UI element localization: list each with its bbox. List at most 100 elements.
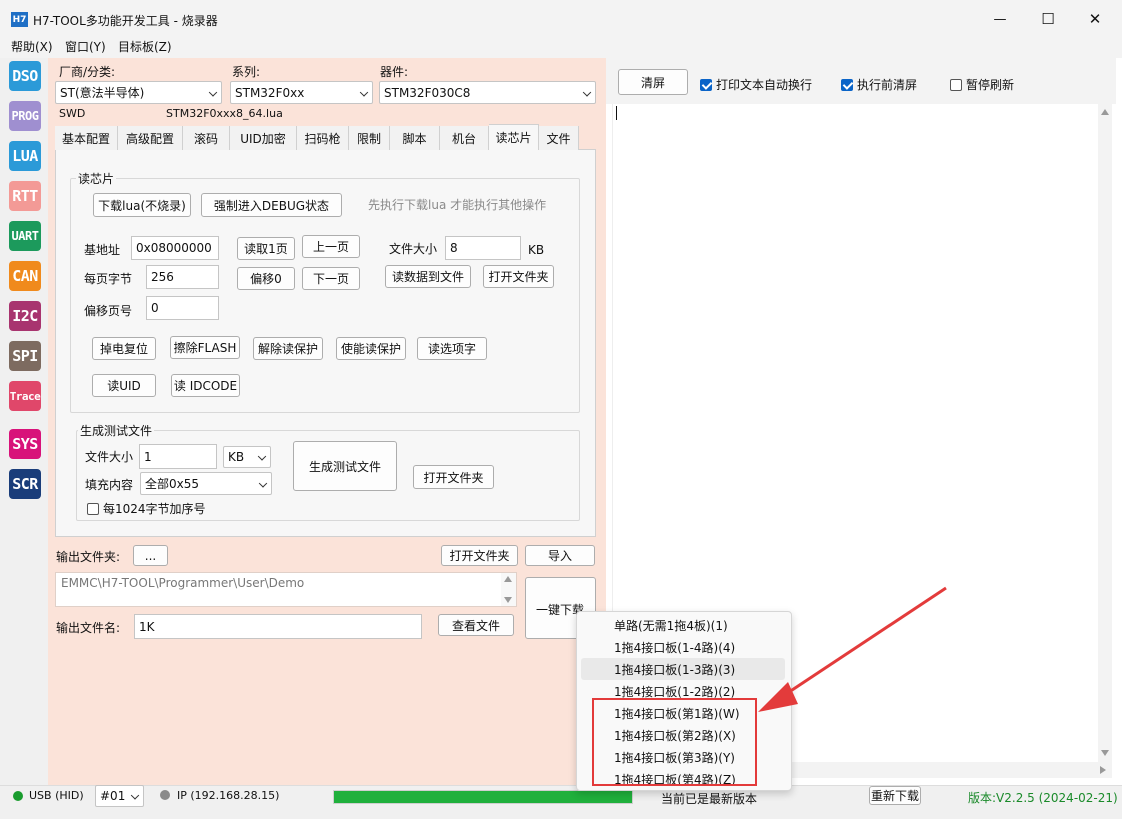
- tab-1[interactable]: 高级配置: [118, 126, 183, 150]
- download-lua-button[interactable]: 下载lua(不烧录): [93, 193, 191, 217]
- sidebar-prog-icon[interactable]: PROG: [9, 101, 41, 131]
- base-addr-input[interactable]: 0x08000000: [131, 236, 219, 260]
- text-cursor: [616, 106, 617, 120]
- read-uid-button[interactable]: 读UID: [92, 374, 156, 397]
- protect-button[interactable]: 使能读保护: [336, 337, 406, 360]
- checkbox-icon: [87, 502, 99, 515]
- usb-status-dot: [13, 791, 23, 801]
- ip-status: IP (192.168.28.15): [177, 789, 280, 802]
- fill-label: 填充内容: [85, 478, 134, 492]
- test-size-input[interactable]: 1: [139, 444, 217, 469]
- clear-before-checkbox[interactable]: 执行前清屏: [841, 76, 917, 93]
- tab-8[interactable]: 读芯片: [489, 124, 539, 150]
- read-idcode-button[interactable]: 读 IDCODE: [171, 374, 240, 397]
- tab-7[interactable]: 机台: [440, 126, 489, 150]
- sidebar-can-icon[interactable]: CAN: [9, 261, 41, 291]
- tab-4[interactable]: 扫码枪: [297, 126, 349, 150]
- tab-2[interactable]: 滚码: [183, 126, 230, 150]
- vendor-select[interactable]: ST(意法半导体): [55, 81, 222, 104]
- fill-select[interactable]: 全部0x55: [140, 472, 272, 495]
- read-page-button[interactable]: 读取1页: [237, 237, 295, 260]
- offset-page-input[interactable]: 0: [146, 296, 219, 320]
- sidebar-spi-icon[interactable]: SPI: [9, 341, 41, 371]
- test-open-folder-button[interactable]: 打开文件夹: [413, 465, 494, 489]
- usb-status: USB (HID): [29, 789, 84, 802]
- part-label: 器件:: [380, 65, 409, 79]
- device-number-select[interactable]: #01: [95, 785, 144, 807]
- chevron-down-icon: [208, 87, 218, 97]
- prev-page-button[interactable]: 上一页: [302, 235, 360, 258]
- annotation-box: [592, 698, 757, 786]
- sidebar-rtt-icon[interactable]: RTT: [9, 181, 41, 211]
- progress-bar: [333, 790, 633, 804]
- tab-5[interactable]: 限制: [349, 126, 390, 150]
- browse-button[interactable]: ...: [133, 545, 168, 566]
- force-debug-button[interactable]: 强制进入DEBUG状态: [201, 193, 342, 217]
- file-size-label: 文件大小: [389, 242, 438, 256]
- output-name-label: 输出文件名:: [56, 621, 121, 635]
- view-file-button[interactable]: 查看文件: [438, 614, 514, 636]
- sidebar-i2c-icon[interactable]: I2C: [9, 301, 41, 331]
- minimize-button[interactable]: —: [985, 8, 1015, 30]
- pause-refresh-label: 暂停刷新: [966, 78, 1015, 92]
- clear-screen-button[interactable]: 清屏: [618, 69, 688, 95]
- next-page-button[interactable]: 下一页: [302, 267, 360, 290]
- read-to-file-button[interactable]: 读数据到文件: [385, 265, 471, 288]
- interface-label: SWD: [59, 107, 86, 120]
- bytes-per-page-input[interactable]: 256: [146, 265, 219, 289]
- checkbox-checked-icon: [700, 78, 712, 91]
- menu-window[interactable]: 窗口(Y): [65, 38, 106, 55]
- tab-0[interactable]: 基本配置: [55, 126, 118, 150]
- scroll-right-icon[interactable]: [1100, 766, 1106, 774]
- tab-3[interactable]: UID加密: [230, 126, 297, 150]
- output-open-folder-button[interactable]: 打开文件夹: [441, 545, 518, 566]
- scroll-up-icon[interactable]: [504, 576, 512, 582]
- unprotect-button[interactable]: 解除读保护: [253, 337, 323, 360]
- open-folder-button[interactable]: 打开文件夹: [483, 265, 554, 288]
- tab-9[interactable]: 文件: [539, 126, 579, 150]
- sidebar-dso-icon[interactable]: DSO: [9, 61, 41, 91]
- close-button[interactable]: ✕: [1080, 8, 1110, 30]
- menu-target[interactable]: 目标板(Z): [118, 38, 172, 55]
- scroll-down-icon[interactable]: [1101, 750, 1109, 756]
- sidebar-trace-icon[interactable]: Trace: [9, 381, 41, 411]
- tab-6[interactable]: 脚本: [390, 126, 440, 150]
- menu-help[interactable]: 帮助(X): [11, 38, 53, 55]
- sidebar-sys-icon[interactable]: SYS: [9, 429, 41, 459]
- chevron-down-icon: [258, 478, 268, 488]
- sidebar-scr-icon[interactable]: SCR: [9, 469, 41, 499]
- maximize-button[interactable]: ☐: [1033, 8, 1063, 30]
- series-select[interactable]: STM32F0xx: [230, 81, 373, 104]
- window-title: H7-TOOL多功能开发工具 - 烧录器: [33, 14, 218, 28]
- chevron-down-icon: [257, 452, 267, 461]
- read-option-button[interactable]: 读选项字: [417, 337, 487, 360]
- lua-file-label: STM32F0xxx8_64.lua: [166, 107, 283, 120]
- test-unit-select[interactable]: KB: [223, 446, 271, 468]
- checkbox-icon: [950, 78, 962, 91]
- auto-wrap-checkbox[interactable]: 打印文本自动换行: [700, 76, 812, 93]
- path-scrollbar[interactable]: [501, 573, 516, 606]
- bytes-per-page-label: 每页字节: [84, 272, 133, 286]
- seq-checkbox[interactable]: 每1024字节加序号: [87, 500, 206, 517]
- power-reset-button[interactable]: 掉电复位: [92, 337, 156, 360]
- sidebar-lua-icon[interactable]: LUA: [9, 141, 41, 171]
- output-path-field[interactable]: EMMC\H7-TOOL\Programmer\User\Demo: [55, 572, 517, 607]
- chevron-down-icon: [359, 87, 369, 97]
- pause-refresh-checkbox[interactable]: 暂停刷新: [950, 76, 1014, 93]
- redownload-button[interactable]: 重新下载: [869, 786, 921, 805]
- output-name-input[interactable]: 1K: [134, 614, 422, 639]
- checkbox-checked-icon: [841, 78, 853, 91]
- erase-flash-button[interactable]: 擦除FLASH: [170, 336, 240, 359]
- console-scrollbar[interactable]: [1098, 104, 1112, 762]
- latest-version-label: 当前已是最新版本: [661, 792, 758, 806]
- offset0-button[interactable]: 偏移0: [237, 267, 295, 290]
- generate-test-file-button[interactable]: 生成测试文件: [293, 441, 397, 491]
- part-select[interactable]: STM32F030C8: [379, 81, 596, 104]
- offset-page-label: 偏移页号: [84, 304, 133, 318]
- scroll-down-icon[interactable]: [504, 597, 512, 603]
- lua-hint: 先执行下载lua 才能执行其他操作: [368, 198, 547, 212]
- scroll-up-icon[interactable]: [1101, 109, 1109, 115]
- sidebar-uart-icon[interactable]: UART: [9, 221, 41, 251]
- import-button[interactable]: 导入: [525, 545, 595, 566]
- file-size-input[interactable]: 8: [445, 236, 521, 260]
